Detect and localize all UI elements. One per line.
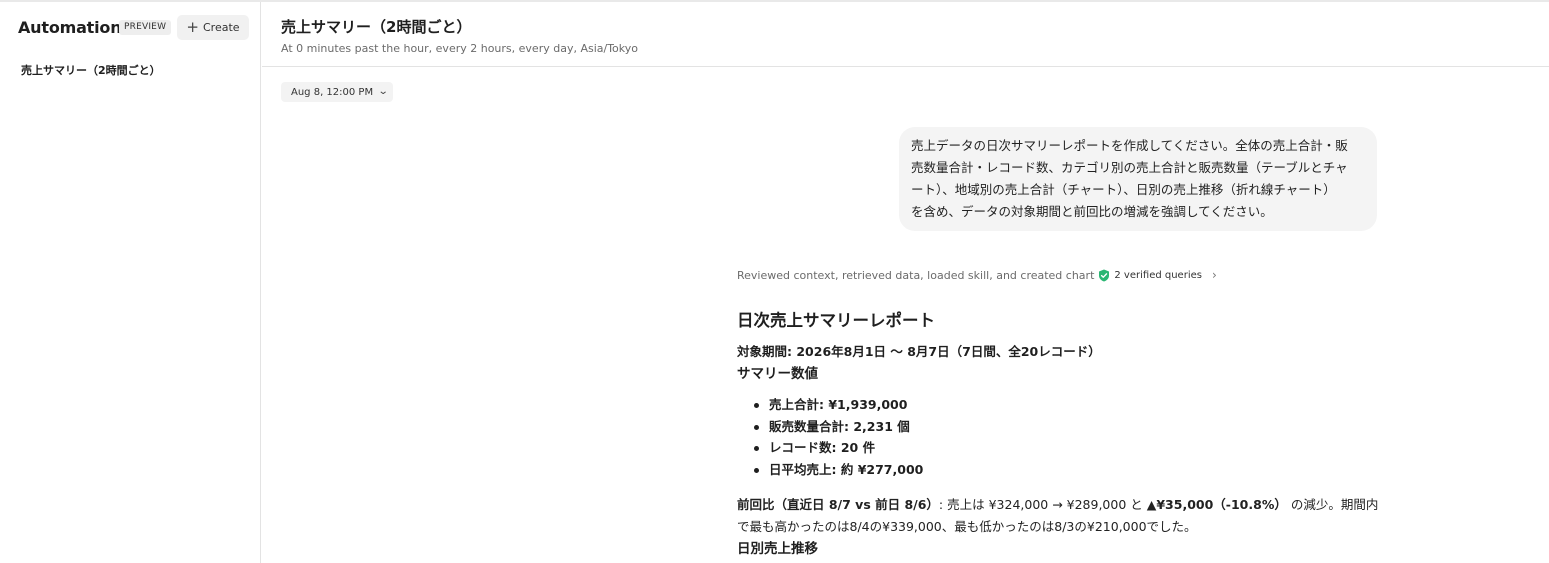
run-selector-value: Aug 8, 12:00 PM: [291, 86, 374, 98]
comparison-paragraph: 前回比（直近日 8/7 vs 前日 8/6）: 売上は ¥324,000 → ¥…: [737, 494, 1387, 538]
list-item: 販売数量合計: 2,231 個: [753, 416, 923, 438]
user-message-line: 売上データの日次サマリーレポートを作成してください。全体の売上合計・販: [911, 138, 1348, 153]
sidebar-title: Automations: [18, 18, 131, 37]
comparison-label: 前回比（直近日 8/7 vs 前日 8/6）: [737, 497, 939, 512]
chevron-down-icon: ⌄: [377, 85, 389, 97]
summary-list: 売上合計: ¥1,939,000 販売数量合計: 2,231 個 レコード数: …: [753, 394, 923, 480]
daily-trend-heading: 日別売上推移: [737, 541, 818, 557]
comparison-text: : 売上は ¥324,000 → ¥289,000 と: [938, 497, 1147, 512]
user-message-line: 売数量合計・レコード数、カテゴリ別の売上合計と販売数量（テーブルとチャ: [911, 160, 1348, 175]
schedule-description: At 0 minutes past the hour, every 2 hour…: [281, 42, 639, 55]
comparison-change: ▲¥35,000（-10.8%）: [1146, 497, 1287, 512]
summary-heading: サマリー数値: [737, 366, 818, 382]
plus-icon: +: [186, 18, 199, 36]
list-item: レコード数: 20 件: [753, 437, 923, 459]
user-message-line: を含め、データの対象期間と前回比の増減を強調してください。: [911, 204, 1273, 219]
run-selector-dropdown[interactable]: Aug 8, 12:00 PM ⌄: [281, 82, 393, 102]
create-button-label: Create: [203, 21, 240, 34]
user-message-bubble: 売上データの日次サマリーレポートを作成してください。全体の売上合計・販 売数量合…: [899, 127, 1377, 231]
preview-badge: PREVIEW: [119, 20, 172, 35]
user-message-line: ート）、地域別の売上合計（チャート）、日別の売上推移（折れ線チャート）: [911, 182, 1336, 197]
agent-status-toggle[interactable]: Reviewed context, retrieved data, loaded…: [737, 268, 1217, 282]
sidebar: Automations PREVIEW + Create 売上サマリー（2時間ご…: [0, 2, 261, 563]
status-text: Reviewed context, retrieved data, loaded…: [737, 268, 1095, 282]
list-item: 日平均売上: 約 ¥277,000: [753, 459, 923, 481]
verified-queries-label: 2 verified queries: [1114, 269, 1202, 281]
report-period: 対象期間: 2026年8月1日 〜 8月7日（7日間、全20レコード）: [737, 344, 1101, 359]
list-item: 売上合計: ¥1,939,000: [753, 394, 923, 416]
verified-shield-icon: [1099, 269, 1110, 281]
report-title: 日次売上サマリーレポート: [737, 311, 935, 330]
chevron-right-icon: ›: [1211, 268, 1217, 282]
automation-header: 売上サマリー（2時間ごと） At 0 minutes past the hour…: [262, 2, 1549, 67]
sidebar-item-sales-summary[interactable]: 売上サマリー（2時間ごと）: [21, 62, 161, 78]
create-button[interactable]: + Create: [177, 15, 249, 40]
page-title: 売上サマリー（2時間ごと）: [281, 18, 472, 36]
